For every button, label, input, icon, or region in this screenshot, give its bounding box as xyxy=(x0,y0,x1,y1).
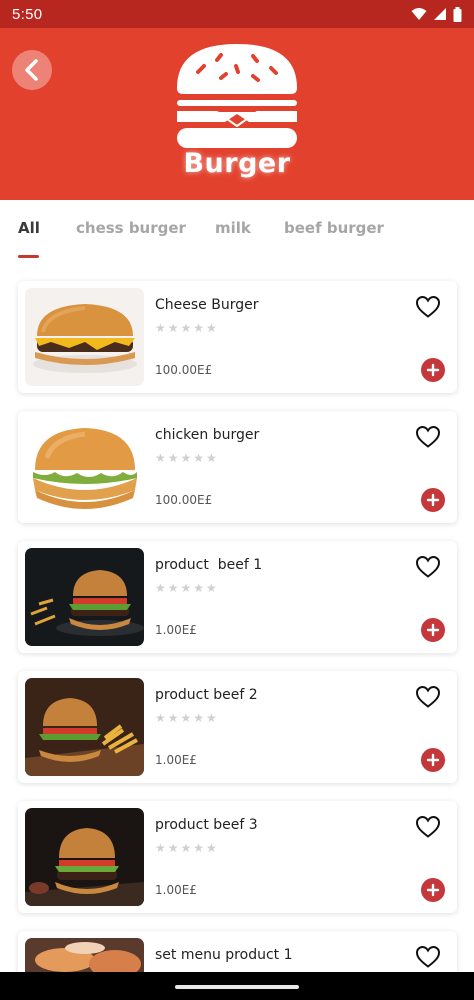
heart-icon[interactable] xyxy=(415,425,441,449)
beef-burger-fries-image xyxy=(25,678,144,776)
product-price: 100.00E£ xyxy=(155,363,213,377)
add-to-cart-button[interactable] xyxy=(421,488,445,512)
rating-stars: ★★★★★ xyxy=(155,451,219,465)
product-name: chicken burger xyxy=(155,427,260,443)
chevron-left-icon xyxy=(25,59,38,81)
heart-icon[interactable] xyxy=(415,815,441,839)
product-card[interactable]: product beef 2 ★★★★★ 1.00E£ xyxy=(18,671,457,783)
home-gesture-handle[interactable] xyxy=(175,985,299,989)
add-to-cart-button[interactable] xyxy=(421,748,445,772)
beef-burger-image xyxy=(25,808,144,906)
status-time: 5:50 xyxy=(12,5,43,23)
product-price: 1.00E£ xyxy=(155,883,197,897)
plus-icon xyxy=(426,493,440,507)
product-name: product beef 2 xyxy=(155,687,258,703)
product-name: product beef 1 xyxy=(155,557,263,573)
heart-icon[interactable] xyxy=(415,685,441,709)
rating-stars: ★★★★★ xyxy=(155,841,219,855)
category-header: Burger xyxy=(0,28,474,200)
active-tab-indicator xyxy=(18,255,39,258)
plus-icon xyxy=(426,883,440,897)
product-price: 100.00E£ xyxy=(155,493,213,507)
product-price: 1.00E£ xyxy=(155,753,197,767)
back-button[interactable] xyxy=(12,50,52,90)
tab-all[interactable]: All xyxy=(18,219,40,237)
rating-stars: ★★★★★ xyxy=(155,581,219,595)
product-price: 1.00E£ xyxy=(155,623,197,637)
heart-icon[interactable] xyxy=(415,295,441,319)
product-name: set menu product 1 xyxy=(155,947,293,963)
category-tabs: All chess burger milk beef burger xyxy=(0,200,474,262)
rating-stars: ★★★★★ xyxy=(155,711,219,725)
product-card[interactable]: product beef 1 ★★★★★ 1.00E£ xyxy=(18,541,457,653)
signal-icon xyxy=(434,8,446,20)
battery-icon xyxy=(453,6,462,22)
product-image xyxy=(25,678,144,776)
plus-icon xyxy=(426,363,440,377)
burger-icon xyxy=(177,44,297,148)
product-image xyxy=(25,548,144,646)
wifi-icon xyxy=(411,8,427,20)
product-name: product beef 3 xyxy=(155,817,258,833)
category-logo: Burger xyxy=(165,38,309,188)
product-image xyxy=(25,288,144,386)
category-title: Burger xyxy=(183,148,291,179)
status-bar: 5:50 xyxy=(0,0,474,28)
product-name: Cheese Burger xyxy=(155,297,259,313)
add-to-cart-button[interactable] xyxy=(421,358,445,382)
tab-beef-burger[interactable]: beef burger xyxy=(284,219,384,237)
plus-icon xyxy=(426,623,440,637)
beef-burger-image xyxy=(25,548,144,646)
cheese-burger-image xyxy=(25,288,144,386)
system-nav-bar xyxy=(0,972,474,1000)
product-image xyxy=(25,418,144,516)
chicken-burger-image xyxy=(25,418,144,516)
status-icons xyxy=(411,6,462,22)
product-card[interactable]: chicken burger ★★★★★ 100.00E£ xyxy=(18,411,457,523)
heart-icon[interactable] xyxy=(415,555,441,579)
product-list: Cheese Burger ★★★★★ 100.00E£ chicken bur… xyxy=(0,262,474,972)
tab-chess-burger[interactable]: chess burger xyxy=(76,219,186,237)
product-card[interactable]: Cheese Burger ★★★★★ 100.00E£ xyxy=(18,281,457,393)
plus-icon xyxy=(426,753,440,767)
product-card[interactable]: product beef 3 ★★★★★ 1.00E£ xyxy=(18,801,457,913)
product-image xyxy=(25,938,144,972)
rating-stars: ★★★★★ xyxy=(155,321,219,335)
set-menu-image xyxy=(25,938,144,972)
tab-milk[interactable]: milk xyxy=(215,219,251,237)
heart-icon[interactable] xyxy=(415,945,441,969)
product-card[interactable]: set menu product 1 ★★★★★ xyxy=(18,931,457,972)
add-to-cart-button[interactable] xyxy=(421,618,445,642)
add-to-cart-button[interactable] xyxy=(421,878,445,902)
product-image xyxy=(25,808,144,906)
